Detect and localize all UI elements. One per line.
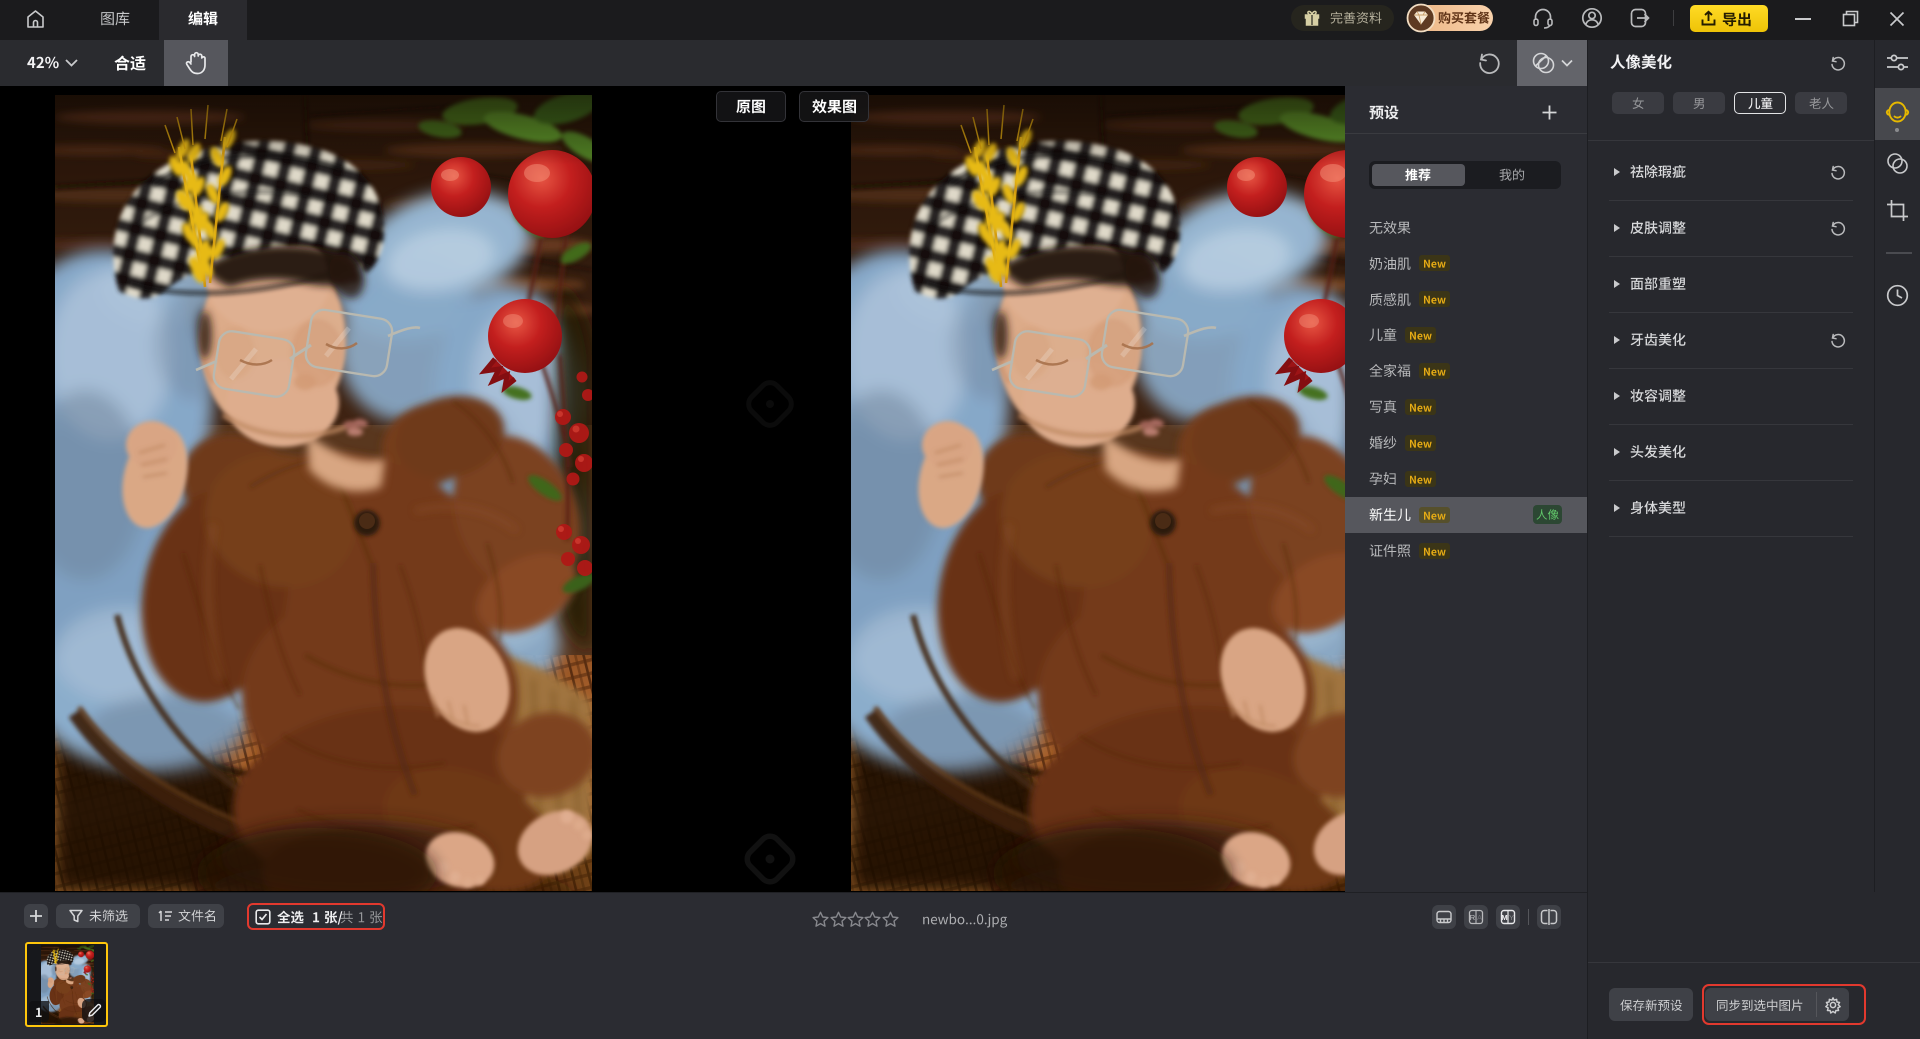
svg-text:A: A bbox=[1477, 913, 1482, 922]
svg-text:M: M bbox=[1501, 913, 1507, 922]
svg-text:R: R bbox=[1470, 913, 1476, 922]
svg-text:Y: Y bbox=[1509, 913, 1514, 922]
